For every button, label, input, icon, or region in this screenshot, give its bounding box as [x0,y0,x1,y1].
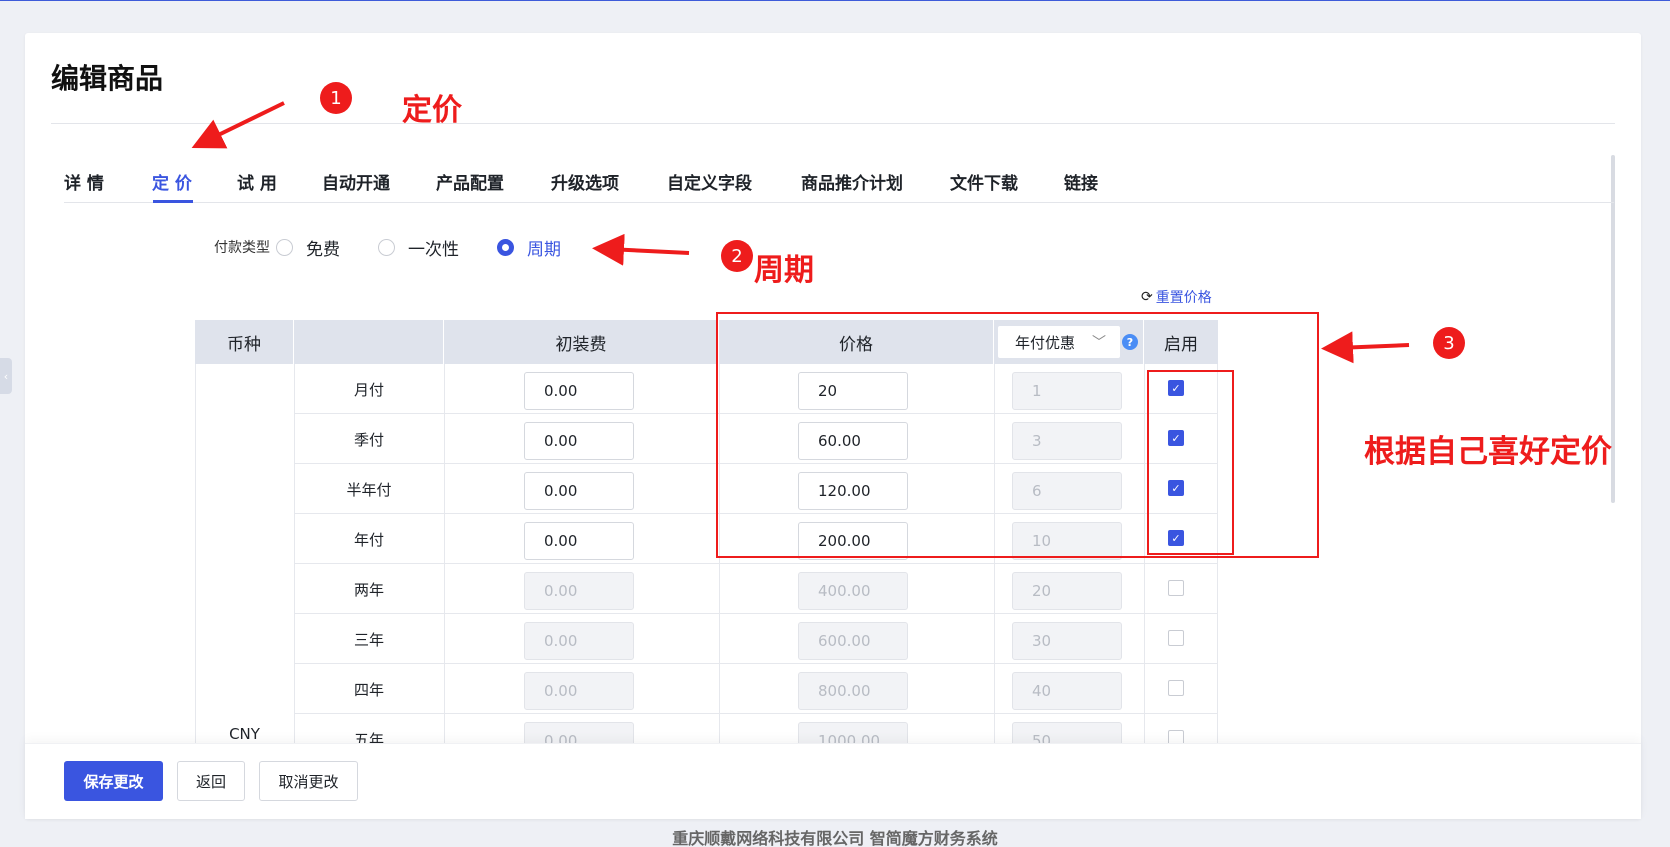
step-1-badge: 1 [320,82,352,114]
step-2-badge: 2 [721,240,753,272]
step-3-text: 根据自己喜好定价 [1364,434,1612,470]
enabled-highlight-box [1147,370,1234,555]
step-3-badge: 3 [1433,327,1465,359]
arrow-to-pricing-tab [191,101,285,149]
step-1-text: 定价 [402,93,462,128]
arrow-to-recurring [592,233,690,266]
arrow-to-price-box [1321,331,1410,364]
step-2-text: 周期 [754,253,814,288]
